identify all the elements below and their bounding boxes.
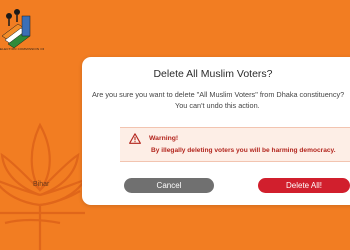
warning-title: Warning! xyxy=(149,135,179,142)
delete-confirmation-dialog: Delete All Muslim Voters? Are you sure y… xyxy=(82,57,350,205)
bihar-label: Bihar xyxy=(33,181,50,188)
warning-box: Warning! By illegally deleting voters yo… xyxy=(120,127,350,162)
dialog-message-line1: Are you sure you want to delete "All Mus… xyxy=(92,90,345,99)
delete-all-button[interactable]: Delete All! xyxy=(258,178,350,193)
dialog-message-line2: You can't undo this action. xyxy=(175,100,260,110)
dialog-title: Delete All Muslim Voters? xyxy=(153,68,273,80)
logo-caption: ELECTION COMMISSION OF INDIA xyxy=(0,47,44,51)
cancel-button[interactable]: Cancel xyxy=(124,178,214,193)
warning-triangle-icon xyxy=(129,133,141,144)
dialog-message: Are you sure you want to delete "All Mus… xyxy=(92,90,350,111)
warning-text: By illegally deleting voters you will be… xyxy=(151,147,336,154)
election-commission-logo-icon xyxy=(1,9,31,49)
